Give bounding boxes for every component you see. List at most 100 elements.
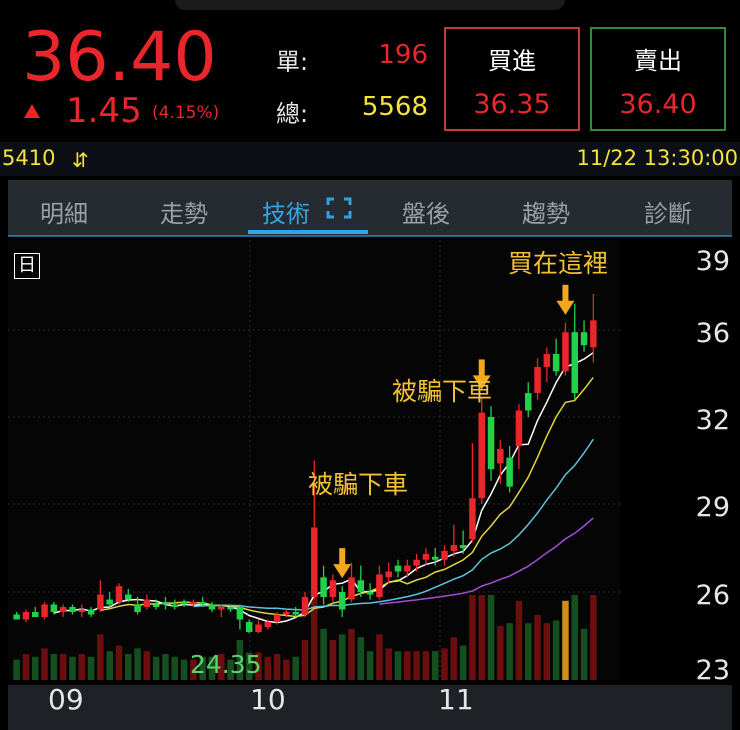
y-tick-label: 29 <box>696 492 730 523</box>
volume-bar <box>450 637 458 680</box>
total-volume-value: 5568 <box>361 92 428 122</box>
bid-price: 36.35 <box>473 89 551 120</box>
volume-bar <box>552 620 560 680</box>
candle-body <box>236 607 244 620</box>
x-tick-10: 10 <box>250 683 286 716</box>
volume-bar <box>506 623 513 680</box>
stock-code[interactable]: 5410 <box>2 146 55 170</box>
candle-body <box>450 545 458 551</box>
candle-body <box>199 602 206 605</box>
y-axis-panel <box>620 240 740 680</box>
candle-body <box>459 545 467 548</box>
candle-body <box>357 580 365 592</box>
candle-body <box>320 577 327 597</box>
candle-body <box>69 607 76 612</box>
single-volume-value: 196 <box>378 40 428 70</box>
volume-bar <box>162 654 169 680</box>
annotation-sell-1: 被騙下車 <box>308 470 409 499</box>
volume-bar <box>13 659 20 680</box>
candle-body <box>497 448 504 464</box>
quote-datetime: 11/22 13:30:00 <box>576 146 738 170</box>
arrow-shaft <box>562 284 569 302</box>
bid-label: 買進 <box>488 47 536 75</box>
volume-bar <box>590 595 597 680</box>
bid-button[interactable]: 買進 36.35 <box>444 27 580 131</box>
tab-trend[interactable]: 走勢 <box>160 194 208 229</box>
volume-bar <box>413 651 420 680</box>
candle-body <box>515 410 523 446</box>
low-price-label: 24.35 <box>190 650 262 679</box>
candle-body <box>106 599 113 605</box>
sort-arrows-icon[interactable]: ⇵ <box>72 148 89 172</box>
y-tick-label: 36 <box>696 318 730 349</box>
tab-detail[interactable]: 明細 <box>40 194 88 229</box>
volume-bar <box>338 634 346 680</box>
ask-button[interactable]: 賣出 36.40 <box>590 27 726 131</box>
candle-body <box>413 559 420 566</box>
status-notch <box>175 0 565 10</box>
volume-bar <box>59 654 67 680</box>
volume-bar <box>283 659 290 680</box>
volume-bar <box>385 648 392 680</box>
candle-body <box>534 366 541 394</box>
candle-body <box>580 332 588 346</box>
volume-bar <box>41 648 48 680</box>
candle-body <box>338 592 346 610</box>
volume-bar <box>497 626 504 680</box>
candle-body <box>311 527 318 597</box>
candle-body <box>264 622 272 627</box>
candle-body <box>506 457 513 487</box>
volume-bar <box>376 634 383 680</box>
candle-body <box>394 565 402 572</box>
candle-body <box>22 612 30 620</box>
candle-body <box>59 607 67 612</box>
annotation-buy: 買在這裡 <box>508 249 609 278</box>
candle-body <box>97 594 104 610</box>
candle-body <box>13 614 20 620</box>
y-tick-label: 23 <box>696 655 730 685</box>
tab-tendency[interactable]: 趨勢 <box>522 194 570 229</box>
candle-body <box>301 597 309 615</box>
volume-bar <box>478 595 485 680</box>
annotation-sell-2: 被騙下車 <box>392 377 493 406</box>
price-change: 1.45 <box>66 91 142 131</box>
volume-bar <box>264 656 272 680</box>
candle-body <box>180 602 188 605</box>
candle-body <box>524 393 532 411</box>
candle-body <box>562 332 569 372</box>
x-axis-bar <box>8 685 732 730</box>
volume-bar <box>22 654 30 680</box>
volume-bar <box>87 656 95 680</box>
volume-bar <box>580 628 588 680</box>
volume-bar <box>31 656 39 680</box>
tab-diagnosis[interactable]: 診斷 <box>644 194 692 229</box>
volume-bar <box>357 637 365 680</box>
candle-body <box>422 553 430 560</box>
candle-body <box>143 599 151 607</box>
volume-bar <box>469 595 476 680</box>
candle-body <box>366 592 374 595</box>
candle-body <box>190 602 197 605</box>
candlestick-chart[interactable]: 39 36 32 29 26 23 <box>8 240 740 685</box>
volume-bar <box>524 623 532 680</box>
y-tick-label: 26 <box>696 580 730 611</box>
candle-body <box>115 586 123 602</box>
volume-bar <box>180 659 188 680</box>
x-tick-09: 09 <box>48 683 84 716</box>
tab-after-hours[interactable]: 盤後 <box>402 194 450 229</box>
candle-body <box>292 612 299 615</box>
volume-bar <box>534 614 541 680</box>
volume-bar <box>459 645 467 680</box>
expand-icon[interactable] <box>326 197 352 219</box>
period-selector[interactable]: 日 <box>14 253 40 279</box>
volume-bar <box>543 623 551 680</box>
volume-bar <box>404 651 411 680</box>
candle-body <box>162 602 169 605</box>
tab-bar: 明細 走勢 技術 盤後 趨勢 診斷 <box>8 180 732 236</box>
tab-technical[interactable]: 技術 <box>262 194 310 229</box>
candle-body <box>329 580 337 597</box>
candle-body <box>404 565 411 572</box>
volume-bar <box>366 651 374 680</box>
volume-bar <box>301 640 309 680</box>
candle-body <box>273 614 281 622</box>
